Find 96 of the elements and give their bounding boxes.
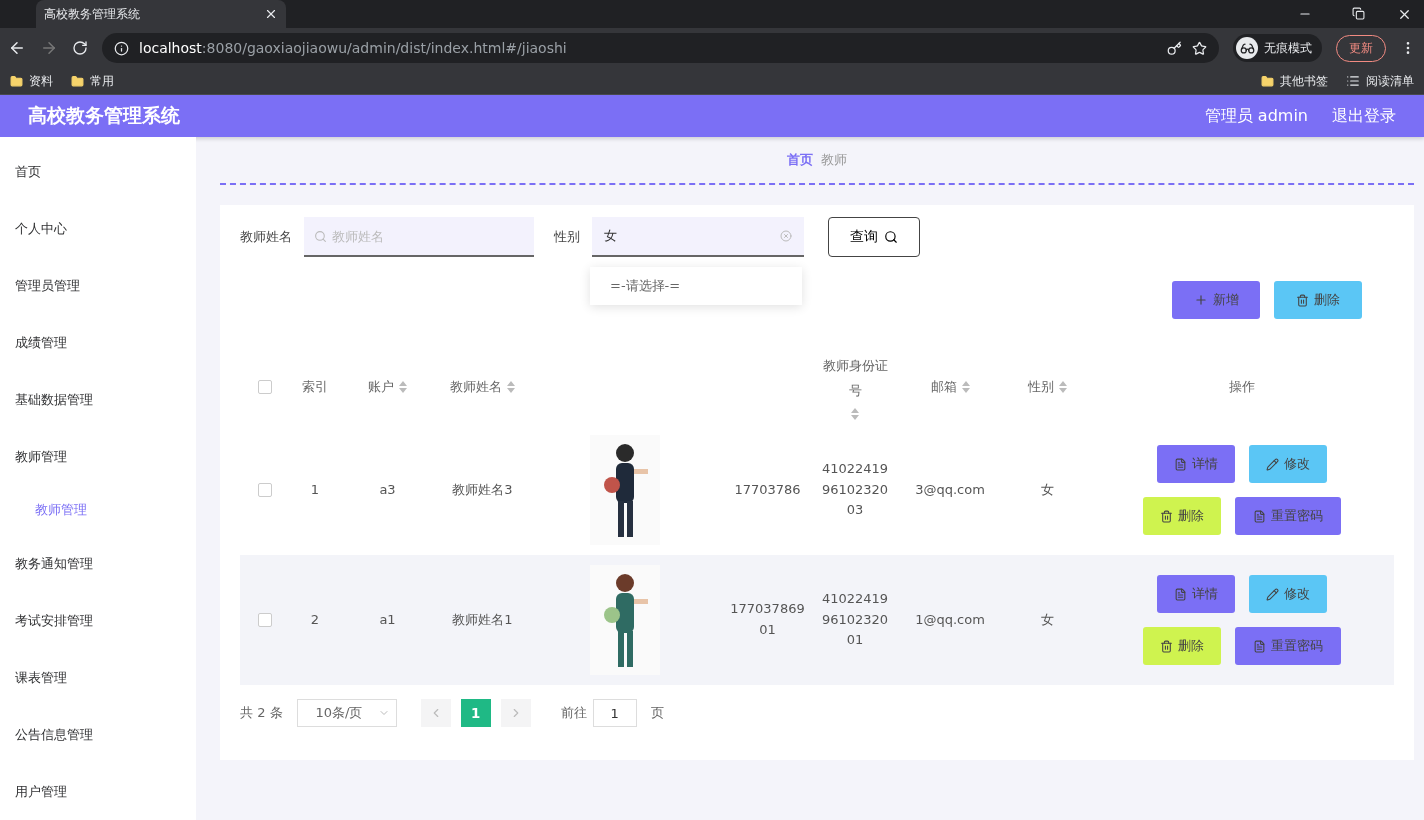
sidebar-item[interactable]: 首页 — [0, 143, 196, 200]
column-header: 性别 — [1028, 378, 1054, 396]
folder-icon — [71, 74, 84, 88]
sort-icon[interactable] — [1059, 381, 1067, 393]
sidebar-item[interactable]: 基础数据管理 — [0, 371, 196, 428]
key-icon[interactable] — [1167, 40, 1182, 56]
address-bar[interactable]: localhost:8080/gaoxiaojiaowu/admin/dist/index.html#/jiaoshi — [102, 33, 1219, 63]
info-icon[interactable] — [114, 40, 129, 56]
bookmark[interactable]: 其他书签 — [1280, 72, 1328, 90]
name-field[interactable]: 教师姓名 — [304, 217, 534, 257]
table-cell-text: a1 — [378, 610, 397, 629]
field-label: 教师姓名 — [240, 228, 292, 246]
logout-link[interactable]: 退出登录 — [1332, 105, 1396, 127]
column-header: 教师身份证号 — [821, 356, 889, 400]
sort-icon[interactable] — [851, 408, 859, 421]
sidebar-item[interactable]: 教师管理 — [0, 428, 196, 485]
sidebar-item[interactable]: 用户管理 — [0, 763, 196, 820]
column-header: 账户 — [368, 378, 394, 396]
close-icon[interactable] — [264, 7, 278, 21]
bookmark[interactable]: 阅读清单 — [1366, 72, 1414, 90]
query-button[interactable]: 查询 — [828, 217, 920, 257]
page-suffix: 页 — [650, 704, 664, 722]
document-icon — [1253, 509, 1266, 523]
forward-icon[interactable] — [40, 39, 58, 57]
checkbox[interactable] — [258, 613, 272, 627]
column-header: 操作 — [1229, 378, 1255, 396]
sort-icon[interactable] — [399, 381, 407, 393]
table-cell-text: 2 — [309, 610, 321, 629]
table-cell-text: 女 — [1040, 480, 1055, 499]
checkbox[interactable] — [258, 483, 272, 497]
table-cell-text: 410224199610232001 — [820, 589, 890, 650]
total-count: 共 2 条 — [240, 704, 283, 722]
incognito-label: 无痕模式 — [1264, 39, 1312, 57]
sidebar-item[interactable]: 个人中心 — [0, 200, 196, 257]
edit-button[interactable]: 修改 — [1249, 575, 1327, 613]
table-cell-text: 教师姓名1 — [451, 610, 514, 629]
delete-button[interactable]: 删除 — [1143, 627, 1221, 665]
sidebar-subitem[interactable]: 教师管理 — [0, 485, 196, 535]
sidebar-item[interactable]: 管理员管理 — [0, 257, 196, 314]
search-icon — [314, 230, 327, 243]
trash-icon — [1296, 293, 1309, 307]
app-title: 高校教务管理系统 — [28, 103, 181, 128]
delete-button[interactable]: 删除 — [1143, 497, 1221, 535]
browser-tab[interactable]: 高校教务管理系统 — [36, 0, 286, 28]
table-cell-text: 17703786901 — [729, 600, 806, 639]
sidebar-item[interactable]: 成绩管理 — [0, 314, 196, 371]
sidebar-item[interactable]: 课表管理 — [0, 649, 196, 706]
table-cell-text: 3@qq.com — [914, 480, 986, 499]
checkbox[interactable] — [258, 380, 272, 394]
bookmark[interactable]: 资料 — [29, 72, 53, 90]
sidebar-item[interactable]: 考试安排管理 — [0, 592, 196, 649]
table-cell-text: 1@qq.com — [914, 610, 986, 629]
list-icon — [1346, 74, 1360, 88]
restore-icon[interactable] — [1352, 7, 1365, 20]
trash-icon — [1160, 639, 1173, 653]
table-cell-text: 教师姓名3 — [451, 480, 514, 499]
column-header: 索引 — [302, 378, 328, 396]
table-cell-text: 410224199610232003 — [820, 459, 890, 520]
plus-icon — [1193, 293, 1208, 307]
table-cell-text: 17703786 — [733, 480, 802, 499]
column-header: 教师姓名 — [450, 378, 502, 396]
reload-icon[interactable] — [72, 40, 88, 56]
edit-button[interactable]: 修改 — [1249, 445, 1327, 483]
clear-icon — [780, 230, 792, 242]
user-label: 管理员 admin — [1204, 105, 1308, 127]
document-icon — [1174, 587, 1187, 601]
document-icon — [1253, 639, 1266, 653]
star-icon[interactable] — [1192, 40, 1207, 56]
sidebar-item[interactable]: 教务通知管理 — [0, 535, 196, 592]
sidebar-item[interactable]: 公告信息管理 — [0, 706, 196, 763]
gender-select[interactable]: 女 — [592, 217, 804, 257]
delete-button[interactable]: 删除 — [1274, 281, 1362, 319]
folder-icon — [10, 74, 23, 88]
table-cell-text: 女 — [1040, 610, 1055, 629]
pencil-icon — [1266, 457, 1279, 471]
table-cell-text: a3 — [378, 480, 397, 499]
bookmark[interactable]: 常用 — [90, 72, 114, 90]
table-cell-text: 1 — [309, 480, 321, 499]
page-input[interactable]: 1 — [592, 699, 637, 727]
page-size-select[interactable]: 10条/页 — [296, 699, 397, 727]
sort-icon[interactable] — [961, 381, 970, 393]
column-header: 邮箱 — [930, 378, 957, 396]
folder-icon — [1261, 74, 1274, 88]
incognito-badge[interactable]: 无痕模式 — [1233, 34, 1322, 62]
back-icon[interactable] — [8, 39, 26, 57]
pencil-icon — [1266, 587, 1279, 601]
close-icon[interactable] — [1397, 7, 1412, 22]
field-label: 性别 — [554, 228, 580, 246]
goto-label: 前往 — [560, 704, 587, 722]
dropdown-option[interactable]: =-请选择-= — [590, 273, 802, 299]
document-icon — [1174, 457, 1187, 471]
trash-icon — [1160, 509, 1173, 523]
sort-icon[interactable] — [507, 381, 515, 393]
breadcrumb-link[interactable]: 首页 — [787, 151, 813, 169]
search-icon — [884, 230, 898, 244]
breadcrumb-current: 教师 — [821, 151, 847, 169]
